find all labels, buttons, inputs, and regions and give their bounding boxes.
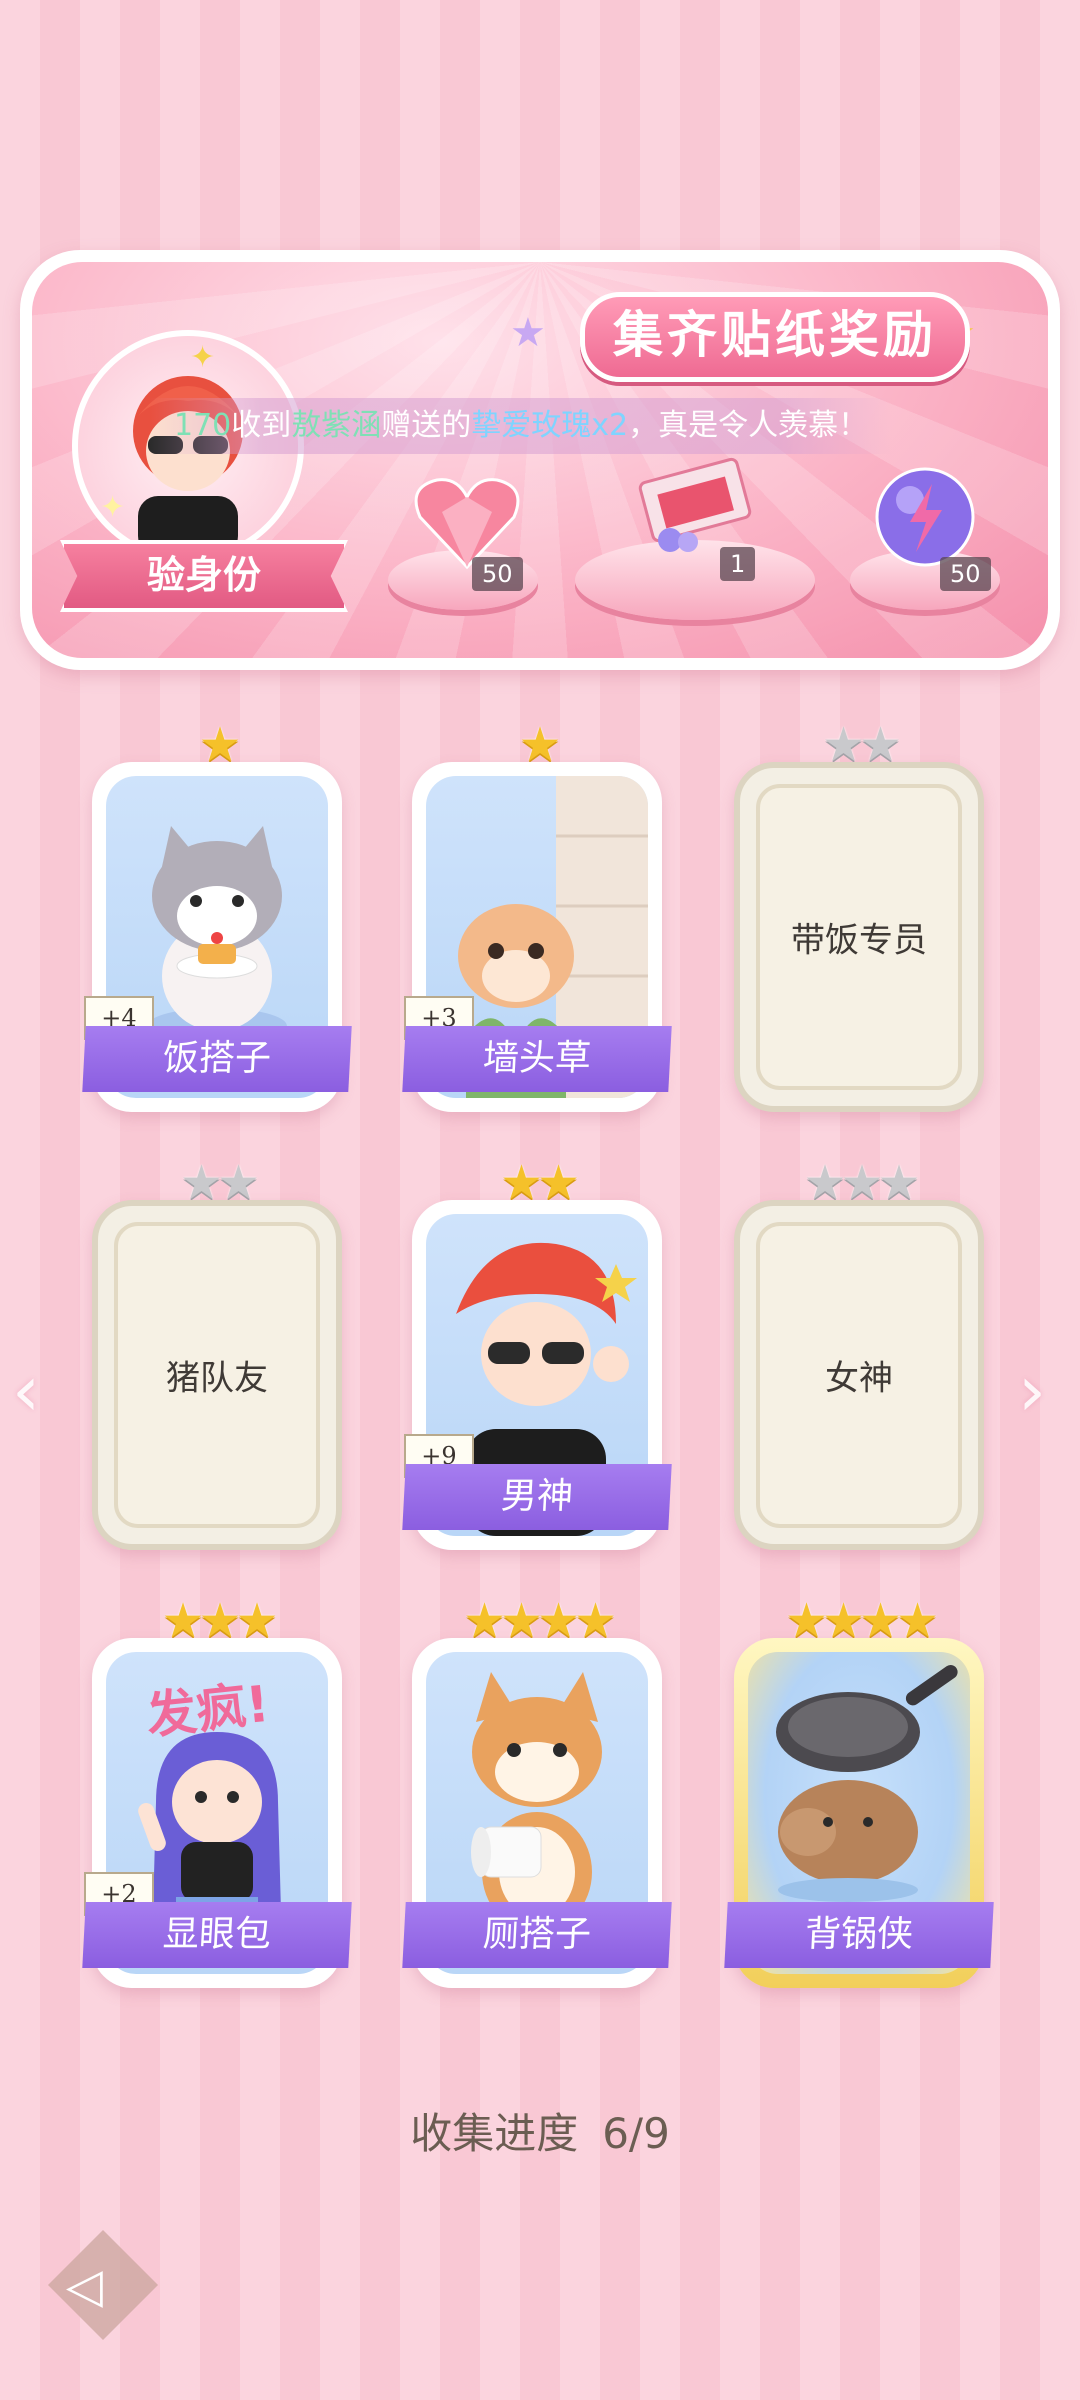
locked-frame: 带饭专员 xyxy=(756,784,962,1090)
card-name: 猪队友 xyxy=(166,1358,268,1399)
card-name: 显眼包 xyxy=(82,1902,352,1968)
back-arrow-icon: ◁ xyxy=(66,2258,103,2314)
locked-sticker-card[interactable]: 猪队友 xyxy=(92,1200,342,1550)
star-decoration-icon: ★ xyxy=(510,310,546,356)
sticker-card[interactable]: 发疯! +2 显眼包 xyxy=(82,1638,352,1988)
gift-box-icon[interactable] xyxy=(625,450,765,560)
prev-page-arrow-icon[interactable]: ‹ xyxy=(12,1350,40,1432)
sparkle-icon: ✦ xyxy=(100,490,126,525)
sticker-card[interactable]: +9 男神 xyxy=(402,1200,672,1550)
gift-ticker: 170收到敖紫涵赠送的挚爱玫瑰x2，真是令人羡慕！ xyxy=(150,398,893,454)
sticker-card[interactable]: 厕搭子 xyxy=(402,1638,672,1988)
reward-count: 1 xyxy=(720,547,756,581)
progress-value: 6/9 xyxy=(602,2109,670,2158)
next-page-arrow-icon[interactable]: › xyxy=(1018,1350,1046,1432)
back-button[interactable] xyxy=(48,2230,158,2340)
card-name: 厕搭子 xyxy=(402,1902,672,1968)
ticker-text: 收到 xyxy=(231,408,292,443)
ticker-uid: 170 xyxy=(174,408,232,443)
ticker-text: 赠送的 xyxy=(381,408,472,443)
progress-label: 收集进度 xyxy=(410,2109,579,2158)
card-name: 女神 xyxy=(825,1358,893,1399)
art-caption: 发疯! xyxy=(143,1674,272,1746)
locked-sticker-card[interactable]: 女神 xyxy=(734,1200,984,1550)
ticker-gift: 挚爱玫瑰x2 xyxy=(471,408,629,443)
ticker-text: ，真是令人羡慕！ xyxy=(628,408,869,443)
reward-count: 50 xyxy=(472,557,523,591)
locked-frame: 猪队友 xyxy=(114,1222,320,1528)
card-name: 男神 xyxy=(402,1464,672,1530)
locked-sticker-card[interactable]: 带饭专员 xyxy=(734,762,984,1112)
card-name: 墙头草 xyxy=(402,1026,672,1092)
energy-orb-icon[interactable] xyxy=(870,462,980,572)
reward-count: 50 xyxy=(940,557,991,591)
card-name: 饭搭子 xyxy=(82,1026,352,1092)
card-name: 带饭专员 xyxy=(791,920,927,961)
ticker-sender: 敖紫涵 xyxy=(291,408,382,443)
sticker-card[interactable]: +3 墙头草 xyxy=(402,762,672,1112)
locked-frame: 女神 xyxy=(756,1222,962,1528)
collection-progress: 收集进度 6/9 xyxy=(0,2100,1080,2161)
card-name: 背锅侠 xyxy=(724,1902,994,1968)
reward-banner: ★ ★ 集齐贴纸奖励 ✦ ✦ 验身份 170收到敖紫涵赠送的挚爱玫瑰x2，真是令… xyxy=(20,250,1060,670)
sparkle-icon: ✦ xyxy=(190,340,216,375)
sticker-card[interactable]: +4 饭搭子 xyxy=(82,762,352,1112)
sticker-card[interactable]: 背锅侠 xyxy=(724,1638,994,1988)
verify-identity-button[interactable]: 验身份 xyxy=(60,540,348,612)
banner-title: 集齐贴纸奖励 xyxy=(580,292,970,382)
